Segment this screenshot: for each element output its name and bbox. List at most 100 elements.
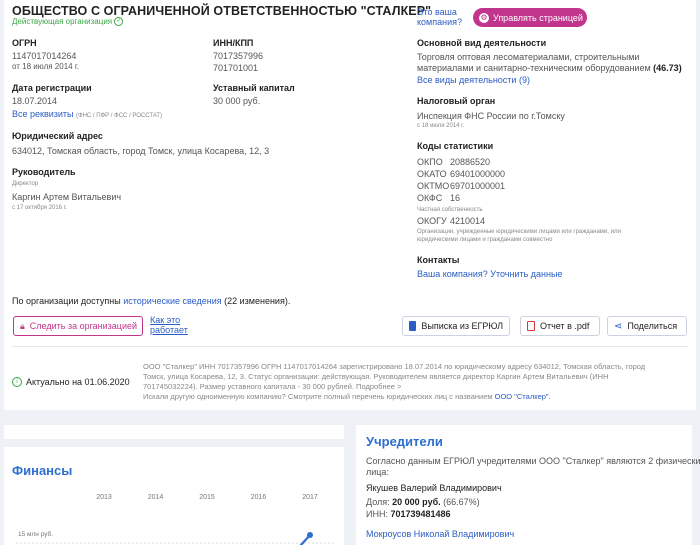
how-it-works-line2: работает xyxy=(150,325,188,335)
x-tick-label: 2015 xyxy=(199,494,215,501)
stat-codes-label: Коды статистики xyxy=(417,141,494,151)
stat-codes-list: ОКПО 20886520 ОКАТО 69401000000 ОКТМО69701… xyxy=(417,156,505,204)
contacts-label: Контакты xyxy=(417,255,460,265)
summary-line3: 701745032224). Размер уставного капитала… xyxy=(143,382,402,391)
finance-chart: 2013 2014 2015 2016 2017 15 млн руб. xyxy=(16,494,334,545)
tax-label: Налоговый орган xyxy=(417,96,496,106)
stat-code-okfs: ОКФС 16 xyxy=(417,193,461,203)
founder-1-inn: ИНН: 701739481486 xyxy=(366,509,451,519)
x-tick-label: 2013 xyxy=(96,494,112,501)
finance-card-top xyxy=(4,425,344,439)
how-it-works-link[interactable]: Как это работает xyxy=(150,315,188,335)
stat-code-okogu: ОКОГУ 4210014 xyxy=(417,216,486,226)
founders-title: Учредители xyxy=(366,434,443,449)
stat-code-okpo: ОКПО 20886520 xyxy=(417,157,491,167)
finance-card: Финансы 2013 2014 2015 2016 2017 15 млн руб. xyxy=(4,425,344,545)
x-tick-label: 2017 xyxy=(302,494,318,501)
head-role: Директор xyxy=(12,181,39,187)
tax-value: Инспекция ФНС России по г.Томску xyxy=(417,111,565,121)
head-since: с 17 октября 2016 г. xyxy=(12,205,67,211)
all-activities[interactable]: Все виды деятельности (9) xyxy=(417,75,530,85)
company-card: ОБЩЕСТВО С ОГРАНИЧЕННОЙ ОТВЕТСТВЕННОСТЬЮ… xyxy=(4,0,696,410)
inn-label: ИНН/КПП xyxy=(213,38,254,48)
y-tick-label: 15 млн руб. xyxy=(18,530,53,538)
founders-intro-line1: Согласно данным ЕГРЮЛ учредителями ООО "… xyxy=(366,456,700,466)
share-label: Поделиться xyxy=(627,321,678,331)
follow-label: Следить за организацией xyxy=(29,321,138,331)
founder-1-percent: (66.67%) xyxy=(443,497,480,507)
document-icon xyxy=(409,321,417,331)
summary-line1: ООО "Сталкер" ИНН 7017357996 ОГРН 114701… xyxy=(143,362,646,371)
founder-2-link[interactable]: Мокроусов Николай Владимирович xyxy=(366,529,514,539)
contacts-link[interactable]: Ваша компания? Уточнить данные xyxy=(417,269,562,279)
stat-code-okato: ОКАТО 69401000000 xyxy=(417,169,506,179)
founder-1-share: Доля: 20 000 руб. (66.67%) xyxy=(366,497,480,507)
activity-line1: Торговля оптовая лесоматериалами, строит… xyxy=(417,52,640,62)
x-tick-label: 2014 xyxy=(148,494,164,501)
pdf-label: Отчет в .pdf xyxy=(540,321,590,331)
ogrn-date: от 18 июля 2014 г. xyxy=(12,62,79,71)
follow-button[interactable]: 🔒︎ Следить за организацией xyxy=(13,316,143,336)
data-point[interactable] xyxy=(307,532,313,538)
all-activities-count: (9) xyxy=(518,75,530,85)
history-link[interactable]: исторические сведения xyxy=(123,296,221,306)
same-name-link[interactable]: ООО "Сталкер". xyxy=(495,392,551,401)
share-button[interactable]: ⋖ Поделиться xyxy=(607,316,687,336)
x-tick-label: 2016 xyxy=(251,494,267,501)
registration-label: Дата регистрации xyxy=(12,83,92,93)
head-label: Руководитель xyxy=(12,167,76,177)
pdf-icon xyxy=(527,321,535,331)
activity-code: (46.73) xyxy=(653,63,682,73)
okogu-note1: Организации, учрежденные юридическими ли… xyxy=(417,229,621,235)
okogu-note2: юридическими лицами и гражданами совмест… xyxy=(417,237,553,243)
history-prefix: По организации доступны xyxy=(12,296,121,306)
divider xyxy=(12,346,688,347)
manage-page-label: Управлять страницей xyxy=(493,12,583,23)
finance-title: Финансы xyxy=(12,463,73,478)
status-badge: Действующая организация ✓ xyxy=(12,17,124,27)
kpp-value: 701701001 xyxy=(213,63,259,73)
pdf-button[interactable]: Отчет в .pdf xyxy=(520,316,600,336)
ogrn-label: ОГРН xyxy=(12,38,37,48)
owner-prompt-link[interactable]: Это ваша компания? xyxy=(417,7,462,27)
activity-label: Основной вид деятельности xyxy=(417,38,547,48)
owner-prompt-line2: компания? xyxy=(417,17,462,27)
egrul-label: Выписка из ЕГРЮЛ xyxy=(421,321,503,331)
registration-date: 18.07.2014 xyxy=(12,96,58,106)
egrul-button[interactable]: Выписка из ЕГРЮЛ xyxy=(402,316,510,336)
actual-date: i Актуально на 01.06.2020 xyxy=(12,377,130,387)
head-name: Каргин Артем Витальевич xyxy=(12,192,122,202)
activity-line2-text: материалами и санитарно-техническим обор… xyxy=(417,63,651,73)
manage-page-button[interactable]: ⚙ Управлять страницей xyxy=(473,8,587,27)
capital-label: Уставный капитал xyxy=(213,83,295,93)
capital-value: 30 000 руб. xyxy=(213,96,261,106)
status-text: Действующая организация xyxy=(12,17,113,26)
address-value: 634012, Томская область, город Томск, ул… xyxy=(12,146,270,156)
activity-line2: материалами и санитарно-техническим обор… xyxy=(417,63,682,73)
check-circle-icon: ✓ xyxy=(114,17,124,27)
summary-text: ООО "Сталкер" ИНН 7017357996 ОГРН 114701… xyxy=(143,362,645,402)
founders-card: Учредители Согласно данным ЕГРЮЛ учредит… xyxy=(356,425,700,545)
owner-prompt-line1: Это ваша xyxy=(417,7,457,17)
settings-icon: ⚙ xyxy=(479,12,489,23)
stat-code-oktmo: ОКТМО69701000001 xyxy=(417,181,506,191)
summary-line4: Искали другую одноименную компанию? Смот… xyxy=(143,392,551,401)
actual-date-text: Актуально на 01.06.2020 xyxy=(26,377,130,387)
series-line xyxy=(299,534,311,545)
address-label: Юридический адрес xyxy=(12,131,103,141)
okfs-note: Частная собственность xyxy=(417,207,483,213)
lock-icon: 🔒︎ xyxy=(20,320,25,331)
founder-1-share-value: 20 000 руб. xyxy=(392,497,441,507)
funds-note: (ФНС / ПФР / ФСС / РОССТАТ) xyxy=(76,113,163,119)
all-activities-link[interactable]: Все виды деятельности xyxy=(417,75,516,85)
all-requisites-link[interactable]: Все реквизиты xyxy=(12,109,74,119)
founders-intro-line2: лица: xyxy=(366,467,389,477)
inn-value: 7017357996 xyxy=(213,51,264,61)
history-suffix: (22 изменения). xyxy=(224,296,291,306)
share-icon: ⋖ xyxy=(614,320,623,332)
founder-1-name: Якушев Валерий Владимирович xyxy=(366,483,502,493)
history-line: По организации доступны исторические све… xyxy=(12,296,290,306)
founders-intro: Согласно данным ЕГРЮЛ учредителями ООО "… xyxy=(366,456,700,478)
how-it-works-line1: Как это xyxy=(150,315,181,325)
finance-gap xyxy=(4,439,344,447)
